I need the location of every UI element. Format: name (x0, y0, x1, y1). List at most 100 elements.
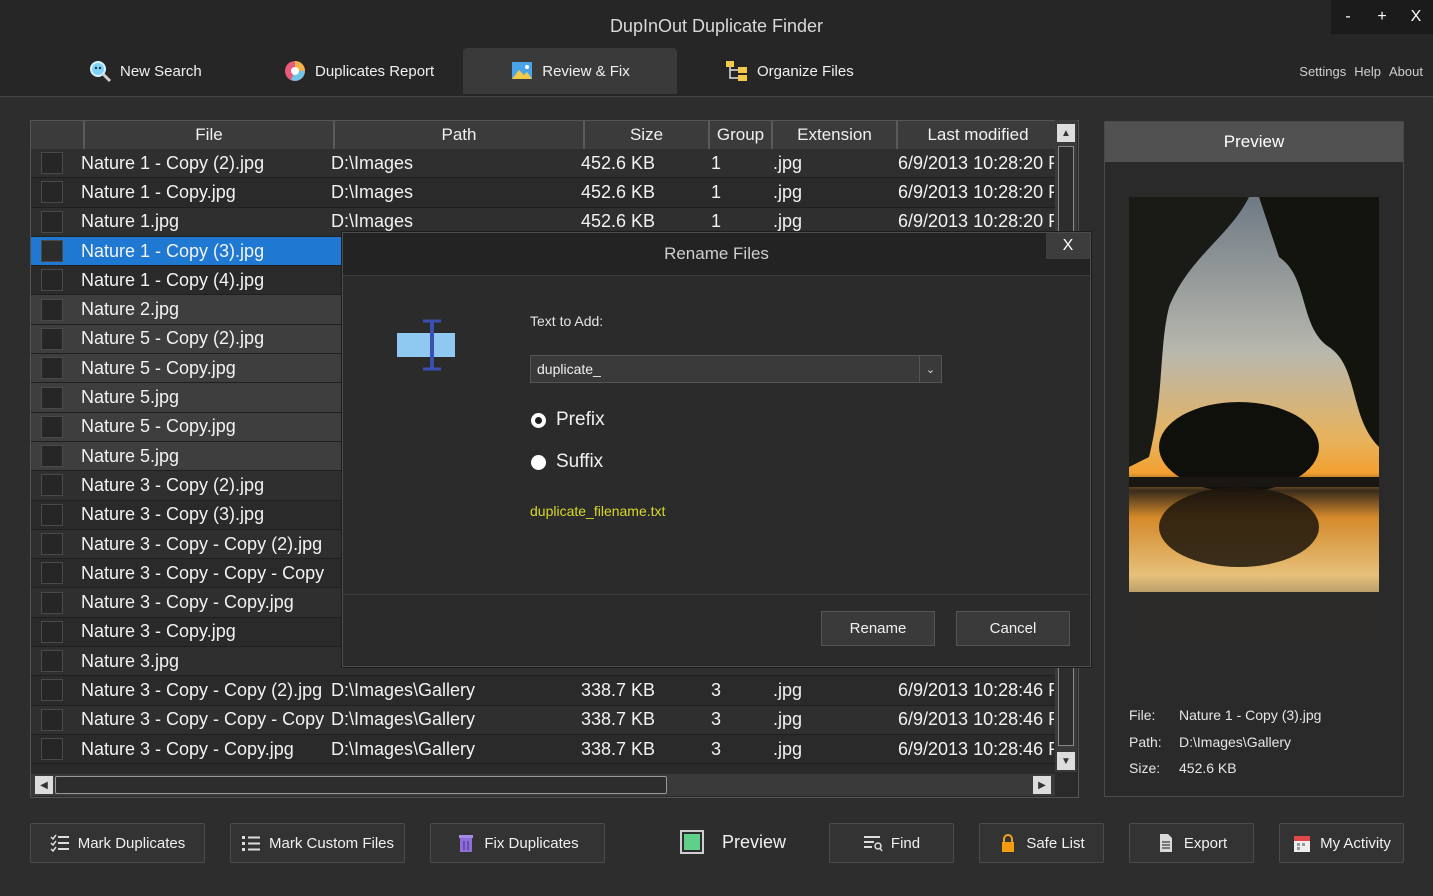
file-cell: Nature 1 - Copy (4).jpg (81, 269, 265, 290)
scroll-right-arrow[interactable]: ▶ (1033, 776, 1051, 794)
prefix-radio[interactable]: Prefix (531, 409, 605, 431)
table-row[interactable]: Nature 3 - Copy - Copy.jpg D:\Images\Gall… (31, 735, 1061, 765)
suffix-radio-dot[interactable] (531, 454, 546, 470)
text-to-add-input[interactable]: duplicate_ (531, 356, 919, 382)
minimize-button[interactable]: - (1331, 0, 1365, 34)
calendar-icon (1292, 833, 1312, 853)
row-checkbox[interactable] (41, 415, 63, 438)
settings-link[interactable]: Settings (1299, 64, 1346, 79)
main-tabs: New Search Duplicates Report Review & Fi… (68, 48, 877, 96)
file-cell: Nature 5.jpg (81, 387, 180, 408)
group-cell: 1 (711, 152, 722, 173)
modified-cell: 6/9/2013 10:28:20 PM (898, 152, 1054, 173)
row-checkbox[interactable] (41, 298, 63, 321)
search-icon (88, 59, 112, 83)
rename-button[interactable]: Rename (821, 611, 935, 646)
top-links: Settings Help About (1299, 64, 1423, 79)
row-checkbox[interactable] (41, 240, 63, 263)
row-checkbox[interactable] (41, 650, 63, 673)
row-checkbox[interactable] (41, 269, 63, 292)
scroll-left-arrow[interactable]: ◀ (35, 776, 53, 794)
tab-organize-files[interactable]: Organize Files (677, 48, 877, 94)
row-checkbox[interactable] (41, 679, 63, 702)
file-cell: Nature 2.jpg (81, 299, 180, 320)
preview-checkbox[interactable] (680, 830, 704, 854)
header-path[interactable]: Path (335, 121, 585, 149)
preview-path-info: Path: D:\Images\Gallery (1129, 734, 1291, 750)
horizontal-scrollbar[interactable]: ◀ ▶ (31, 774, 1055, 796)
row-checkbox[interactable] (41, 708, 63, 731)
size-value: 452.6 KB (1179, 760, 1237, 776)
row-checkbox[interactable] (41, 738, 63, 761)
list-icon (241, 833, 261, 853)
grid-header: File Path Size Group Extension Last modi… (31, 121, 1061, 149)
extension-cell: .jpg (773, 709, 803, 730)
row-checkbox[interactable] (41, 591, 63, 614)
button-label: Find (890, 834, 921, 852)
row-checkbox[interactable] (41, 181, 63, 204)
path-value: D:\Images\Gallery (1179, 734, 1292, 750)
button-label: My Activity (1320, 834, 1391, 852)
tab-new-search[interactable]: New Search (68, 48, 263, 94)
preview-toggle-label: Preview (722, 831, 787, 852)
size-cell: 338.7 KB (581, 738, 656, 759)
file-value: Nature 1 - Copy (3).jpg (1179, 707, 1322, 723)
file-cell: Nature 3 - Copy (3).jpg (81, 504, 265, 525)
horizontal-scroll-thumb[interactable] (55, 776, 667, 794)
cancel-button[interactable]: Cancel (956, 611, 1070, 646)
dialog-close-button[interactable]: X (1046, 233, 1090, 259)
chevron-down-icon[interactable]: ⌄ (919, 356, 941, 382)
row-checkbox[interactable] (41, 620, 63, 643)
row-checkbox[interactable] (41, 327, 63, 350)
help-link[interactable]: Help (1354, 64, 1381, 79)
row-checkbox[interactable] (41, 210, 63, 233)
row-checkbox[interactable] (41, 445, 63, 468)
suffix-radio[interactable]: Suffix (531, 451, 603, 473)
table-row[interactable]: Nature 1 - Copy.jpg D:\Images 452.6 KB 1 .jp… (31, 178, 1061, 208)
row-checkbox[interactable] (41, 474, 63, 497)
table-row[interactable]: Nature 3 - Copy - Copy - Copy D:\Images\G… (31, 705, 1061, 735)
file-cell: Nature 3 - Copy - Copy.jpg (81, 592, 294, 613)
tab-label: Organize Files (757, 62, 854, 80)
row-checkbox[interactable] (41, 386, 63, 409)
header-group[interactable]: Group (710, 121, 773, 149)
extension-cell: .jpg (773, 211, 803, 232)
table-row[interactable]: Nature 1 - Copy (2).jpg D:\Images 452.6 KB… (31, 149, 1061, 179)
fix-duplicates-button[interactable]: Fix Duplicates (430, 823, 605, 863)
path-cell: D:\Images (331, 211, 414, 232)
find-button[interactable]: Find (829, 823, 954, 863)
scroll-up-arrow[interactable]: ▲ (1057, 124, 1075, 142)
table-row[interactable]: Nature 3 - Copy - Copy (2).jpg D:\Images\… (31, 676, 1061, 706)
button-label: Fix Duplicates (484, 834, 579, 852)
row-checkbox[interactable] (41, 562, 63, 585)
tab-duplicates-report[interactable]: Duplicates Report (263, 48, 463, 94)
modified-cell: 6/9/2013 10:28:20 PM (898, 181, 1054, 202)
file-cell: Nature 1.jpg (81, 211, 180, 232)
prefix-radio-dot[interactable] (531, 412, 546, 428)
mark-custom-files-button[interactable]: Mark Custom Files (230, 823, 405, 863)
header-file[interactable]: File (85, 121, 335, 149)
my-activity-button[interactable]: My Activity (1279, 823, 1404, 863)
header-checkbox-column[interactable] (31, 121, 85, 149)
mark-duplicates-button[interactable]: Mark Duplicates (30, 823, 205, 863)
row-checkbox[interactable] (41, 533, 63, 555)
row-checkbox[interactable] (41, 503, 63, 526)
row-checkbox[interactable] (41, 357, 63, 380)
safe-list-button[interactable]: Safe List (979, 823, 1104, 863)
header-extension[interactable]: Extension (773, 121, 898, 149)
folder-tree-icon (725, 59, 749, 83)
text-to-add-combobox[interactable]: duplicate_ ⌄ (530, 355, 942, 383)
preview-size-info: Size: 452.6 KB (1129, 760, 1237, 776)
export-button[interactable]: Export (1129, 823, 1254, 863)
header-size[interactable]: Size (585, 121, 710, 149)
about-link[interactable]: About (1389, 64, 1423, 79)
size-cell: 338.7 KB (581, 709, 656, 730)
preview-toggle[interactable]: Preview (680, 830, 786, 854)
maximize-button[interactable]: + (1365, 0, 1399, 34)
row-checkbox[interactable] (41, 152, 63, 175)
close-button[interactable]: X (1399, 0, 1433, 34)
tab-review-fix[interactable]: Review & Fix (463, 48, 677, 94)
scroll-down-arrow[interactable]: ▼ (1057, 752, 1075, 770)
find-list-icon (863, 833, 883, 853)
header-last-modified[interactable]: Last modified (898, 121, 1058, 149)
